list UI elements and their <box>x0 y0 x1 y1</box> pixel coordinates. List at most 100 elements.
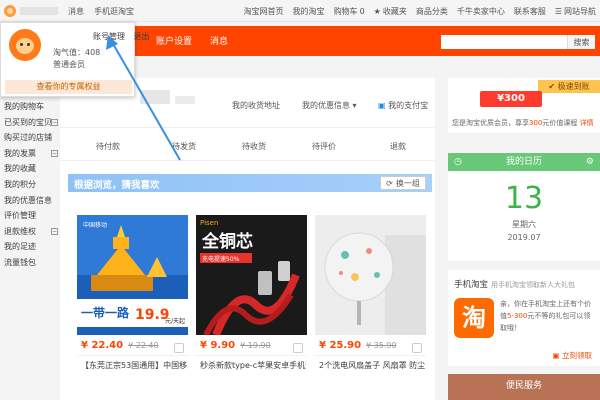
price-value: ¥ 22.40 <box>81 340 124 351</box>
topbar-link-favorites[interactable]: ★ 收藏夹 <box>374 6 407 17</box>
collapse-icon[interactable]: − <box>51 118 58 126</box>
sidebar-item-favorites[interactable]: 我的收藏 <box>0 161 60 177</box>
product-title[interactable]: 【东莞正宗53国通用】中国移动 <box>81 360 187 371</box>
mobile-desc-amount: 5-300 <box>507 312 528 320</box>
fan-cover-image <box>315 215 426 335</box>
topbar-link-home[interactable]: 淘宝网首页 <box>244 6 284 17</box>
sidebar-item-label: 我的足迹 <box>4 242 36 252</box>
product-promo-text: 一带一路 <box>81 305 130 320</box>
sidebar-item-label: 购买过的店铺 <box>4 133 52 143</box>
sidebar-item-label: 我的发票 <box>4 148 36 158</box>
promo-desc: 您是淘宝优质会员，尊享300元价值课程 详情 <box>452 118 594 128</box>
calendar-card: ◷ 我的日历 ⚙ 13 星期六 2019.07 <box>448 153 600 261</box>
product-image[interactable]: 一带一路 19.9 元/天起 中国移动 <box>77 215 188 335</box>
product-price: ¥ 9.90 ¥ 19.90 <box>200 340 271 351</box>
service-card[interactable]: 便民服务 <box>448 374 600 400</box>
alipay-link[interactable]: ▣ 我的支付宝 <box>378 100 428 111</box>
collapse-icon[interactable]: − <box>51 149 58 157</box>
original-price: ¥ 19.90 <box>240 341 271 350</box>
avatar-mini[interactable] <box>4 5 16 17</box>
product-title[interactable]: 2个洗电风扇盖子 风扇罩 防尘 <box>319 360 425 371</box>
dropdown-links: 账号管理 退出 <box>93 31 156 42</box>
sidebar-item-shops[interactable]: 购买过的店铺 <box>0 130 60 146</box>
rights-link[interactable]: 查看你的专属权益 <box>5 80 132 94</box>
member-level: 普通会员 <box>53 60 85 69</box>
sidebar-item-cart[interactable]: 我的购物车 <box>0 99 60 115</box>
username-masked[interactable] <box>20 7 58 15</box>
calendar-title: 我的日历 <box>505 157 542 167</box>
price-value: ¥ 25.90 <box>319 340 362 351</box>
sitemap-label: 网站导航 <box>564 6 596 16</box>
product-card[interactable]: ¥ 25.90 ¥ 35.90 2个洗电风扇盖子 风扇罩 防尘 <box>315 215 426 400</box>
taobao-logo-icon[interactable]: 淘 <box>454 298 494 338</box>
account-manage-link[interactable]: 账号管理 <box>93 32 125 41</box>
collapse-icon[interactable]: − <box>51 227 58 235</box>
topbar-link-service[interactable]: 联系客服 <box>514 6 546 17</box>
product-promo-sub: 充电提速50% <box>202 255 240 263</box>
product-image[interactable]: Pisen 全铜芯 充电提速50% <box>196 215 307 335</box>
mobile-title-label: 手机淘宝 <box>454 280 489 290</box>
sidebar-item-footprint[interactable]: 我的足迹 <box>0 239 60 255</box>
promo-coupon[interactable]: ¥300 <box>480 91 542 107</box>
product-card[interactable]: 一带一路 19.9 元/天起 中国移动 ¥ 22.40 ¥ 22.40 【东莞正宗… <box>77 215 188 400</box>
topbar-link-mobile[interactable]: 手机逛淘宝 <box>94 6 134 17</box>
order-refund[interactable]: 退款 <box>390 141 406 152</box>
brand-logo-text: Pisen <box>200 219 218 227</box>
refresh-label: 换一组 <box>395 178 420 188</box>
sidebar-item-bought[interactable]: 已买到的宝贝 − <box>0 115 60 131</box>
product-image[interactable] <box>315 215 426 335</box>
mobile-subtitle: 用手机淘宝领取新人大礼包 <box>491 281 576 289</box>
sidebar-item-data-wallet[interactable]: 流量钱包 <box>0 255 60 271</box>
settings-icon[interactable]: ⚙ <box>586 153 594 171</box>
sidebar-item-invoice[interactable]: 我的发票 − <box>0 146 60 162</box>
order-unpaid[interactable]: 待付款 <box>96 141 120 152</box>
sidebar-item-refund[interactable]: 退款维权 − <box>0 224 60 240</box>
nav-account-settings[interactable]: 账户设置 <box>156 34 192 47</box>
topbar-link-cart[interactable]: 购物车 0 <box>334 6 365 17</box>
coupon-label: 我的优惠信息 <box>302 101 350 110</box>
order-unreviewed[interactable]: 待评价 <box>312 141 336 152</box>
star-icon: ★ <box>373 6 381 16</box>
nav-messages[interactable]: 消息 <box>210 34 228 47</box>
search-input[interactable] <box>441 35 567 49</box>
sidebar-item-label: 评价管理 <box>4 211 36 221</box>
sidebar-item-points[interactable]: 我的积分 <box>0 177 60 193</box>
search-box: 搜索 <box>440 34 596 50</box>
similar-icon[interactable] <box>174 343 184 353</box>
order-shipped[interactable]: 待收货 <box>242 141 266 152</box>
sidebar-item-coupons[interactable]: 我的优惠信息 <box>0 193 60 209</box>
promo-tag-label: 极速到账 <box>557 82 590 91</box>
product-promo-text: 全铜芯 <box>201 231 253 252</box>
product-title[interactable]: 秒杀新款type-c苹果安卓手机数据 <box>200 360 306 371</box>
sidebar-item-label: 退款维权 <box>4 226 36 236</box>
divider <box>315 355 426 356</box>
cart-label: 购物车 <box>333 6 358 16</box>
promo-more-link[interactable]: 详情 <box>580 119 594 127</box>
similar-icon[interactable] <box>293 343 303 353</box>
calendar-day: 13 <box>504 181 544 216</box>
topbar-link-message[interactable]: 消息 <box>68 6 84 17</box>
topbar-link-seller[interactable]: 千牛卖家中心 <box>457 6 505 17</box>
promo-desc-text: 您是淘宝优质会员，尊享 <box>452 119 529 127</box>
divider <box>77 355 188 356</box>
product-card[interactable]: Pisen 全铜芯 充电提速50% ¥ 9.90 ¥ 19.90 秒杀新款type… <box>196 215 307 400</box>
calendar-header: ◷ 我的日历 ⚙ <box>448 153 600 171</box>
original-price: ¥ 35.90 <box>366 341 397 350</box>
carrier-logo-text: 中国移动 <box>83 221 107 229</box>
address-link[interactable]: 我的收货地址 <box>232 100 280 111</box>
search-button[interactable]: 搜索 <box>567 35 595 49</box>
coupon-link[interactable]: 我的优惠信息 ▾ <box>302 100 357 111</box>
logout-link[interactable]: 退出 <box>134 32 150 41</box>
promo-card[interactable]: ✔ 极速到账 ¥300 您是淘宝优质会员，尊享300元价值课程 详情 <box>448 78 600 133</box>
topbar-link-mytaobao[interactable]: 我的淘宝 <box>293 6 325 17</box>
similar-icon[interactable] <box>412 343 422 353</box>
claim-link[interactable]: ▣ 立刻领取 <box>553 350 592 361</box>
gift-icon: ▣ <box>552 351 560 360</box>
mobile-desc: 亲，你在手机淘宝上还有个价值5-300元不等的礼包可以领取哦！ <box>500 298 596 334</box>
avatar[interactable] <box>9 29 41 61</box>
topbar-link-sitemap[interactable]: ☰ 网站导航 <box>555 6 596 17</box>
sidebar-item-reviews[interactable]: 评价管理 <box>0 208 60 224</box>
topbar-link-category[interactable]: 商品分类 <box>416 6 448 17</box>
refresh-button[interactable]: ⟳ 换一组 <box>380 176 426 190</box>
order-unshipped[interactable]: 待发货 <box>172 141 196 152</box>
